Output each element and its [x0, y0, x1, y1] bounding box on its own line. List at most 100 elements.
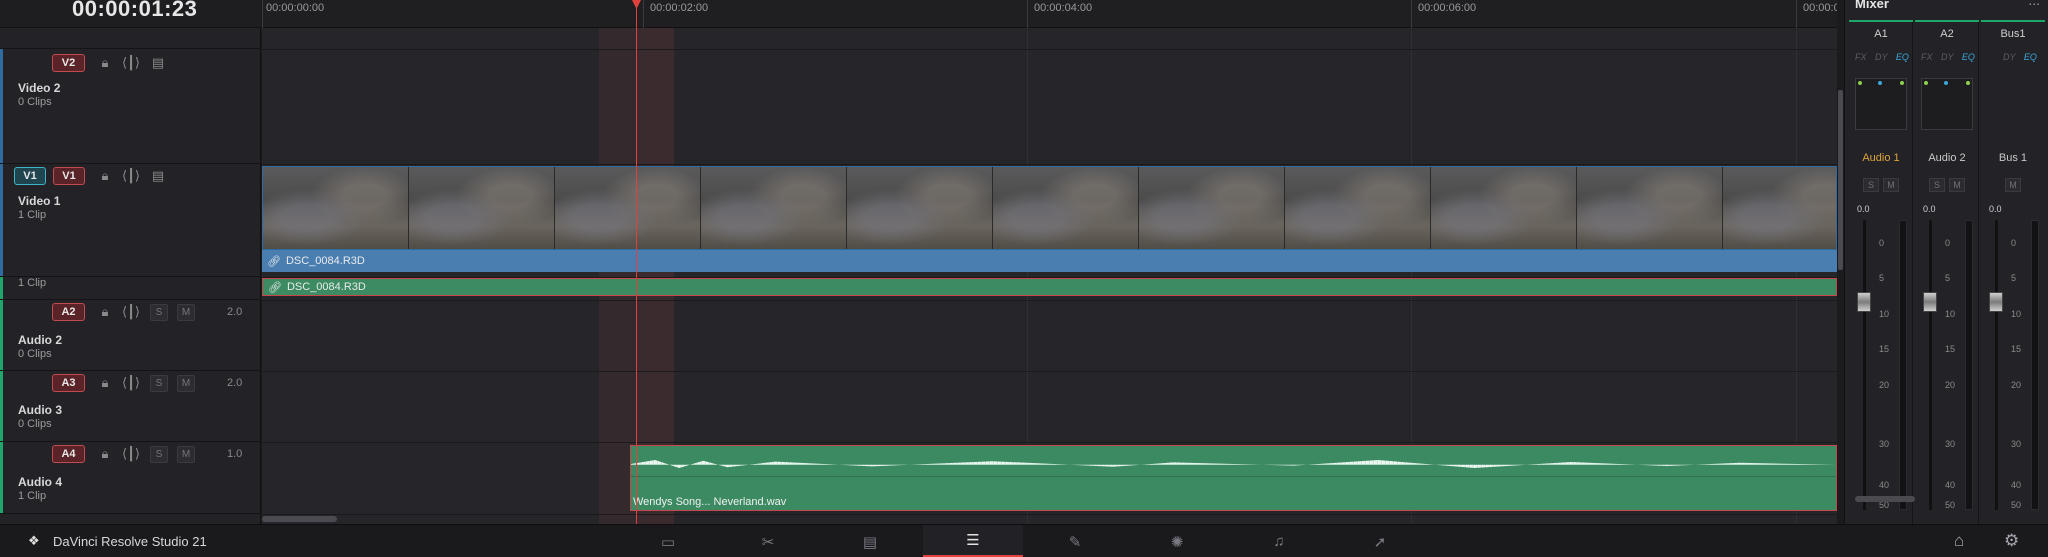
fx-button[interactable]: FX — [1855, 52, 1867, 62]
film-icon[interactable]: ▤ — [149, 54, 167, 72]
fader-value: 0.0 — [1857, 204, 1870, 214]
track-header-audio-1[interactable]: 1 Clip — [0, 277, 261, 300]
solo-button[interactable]: S — [1929, 178, 1945, 192]
volume-fader[interactable] — [1989, 292, 2003, 312]
lock-icon[interactable]: 🔒︎ — [96, 374, 114, 392]
fader-scale-label: 50 — [2011, 500, 2022, 510]
video-clip-thumbnails[interactable] — [262, 166, 1837, 250]
eq-button[interactable]: EQ — [2024, 52, 2037, 62]
auto-select-icon[interactable]: ⟨┃⟩ — [122, 374, 140, 392]
lock-icon[interactable]: 🔒︎ — [96, 167, 114, 185]
auto-select-icon[interactable]: ⟨┃⟩ — [122, 167, 140, 185]
home-icon[interactable]: ⌂ — [1954, 531, 1964, 551]
mute-button[interactable]: M — [1883, 178, 1899, 192]
playhead[interactable] — [636, 0, 637, 524]
track-header-video-1[interactable]: V1 V1 🔒︎ ⟨┃⟩ ▤ Video 1 1 Clip — [0, 164, 261, 277]
auto-select-icon[interactable]: ⟨┃⟩ — [122, 54, 140, 72]
film-icon[interactable]: ▤ — [149, 167, 167, 185]
page-tab-fairlight[interactable]: ♫ — [1229, 525, 1329, 557]
solo-button[interactable]: S — [150, 304, 168, 321]
mute-button[interactable]: M — [1949, 178, 1965, 192]
linked-audio-clip[interactable]: 🔗︎ DSC_0084.R3D — [262, 278, 1837, 296]
mixer-channel-label: A2 — [1915, 20, 1979, 48]
track-badge-v2[interactable]: V2 — [52, 54, 85, 72]
mute-button[interactable]: M — [2005, 178, 2021, 192]
timeline-vertical-scrollbar[interactable] — [1838, 90, 1843, 270]
dynamics-button[interactable]: DY — [1875, 52, 1887, 62]
mixer-channel-label: A1 — [1849, 20, 1913, 48]
track-gain-a3: 2.0 — [227, 377, 243, 389]
audio-clip-a4-name: Wendys Song... Neverland.wav — [633, 496, 787, 508]
page-tab-cut[interactable]: ✂ — [718, 525, 818, 557]
track-header-audio-3[interactable]: A3 🔒︎ ⟨┃⟩ S M 2.0 Audio 3 0 Clips — [0, 371, 261, 442]
mute-button[interactable]: M — [177, 375, 195, 392]
eq-button[interactable]: EQ — [1896, 52, 1909, 62]
fader-scale-label: 30 — [1945, 439, 1956, 449]
track-clip-count-audio-4: 1 Clip — [18, 490, 47, 502]
lock-icon[interactable]: 🔒︎ — [96, 303, 114, 321]
timeline-canvas[interactable]: 00:00:00:00 00:00:02:00 00:00:04:00 00:0… — [262, 0, 1837, 524]
page-tab-media[interactable]: ▭ — [618, 525, 718, 557]
volume-fader[interactable] — [1923, 292, 1937, 312]
track-clip-count-audio-1: 1 Clip — [18, 277, 47, 289]
track-badge-a2[interactable]: A2 — [52, 303, 85, 321]
track-gain-a4: 1.0 — [227, 448, 243, 460]
level-meter — [2031, 220, 2039, 510]
track-header-v2[interactable] — [0, 28, 261, 49]
dynamics-button[interactable]: DY — [2003, 52, 2015, 62]
track-badge-a3[interactable]: A3 — [52, 374, 85, 392]
page-tab-color[interactable]: ✺ — [1127, 525, 1227, 557]
more-options-icon[interactable]: ... — [2028, 0, 2040, 8]
track-header-audio-2[interactable]: A2 🔒︎ ⟨┃⟩ S M 2.0 Audio 2 0 Clips — [0, 300, 261, 371]
fader-value: 0.0 — [1923, 204, 1936, 214]
mixer-title: Mixer — [1855, 0, 1889, 11]
solo-button[interactable]: S — [1863, 178, 1879, 192]
fader-value: 0.0 — [1989, 204, 2002, 214]
mute-button[interactable]: M — [177, 304, 195, 321]
fader-scale-label: 5 — [1945, 273, 1951, 283]
page-tab-edit[interactable]: ▤ — [820, 525, 920, 557]
mixer-horizontal-scrollbar[interactable] — [1855, 496, 1915, 502]
page-tab-fairlight-timeline[interactable]: ☰ — [923, 525, 1023, 557]
auto-select-icon[interactable]: ⟨┃⟩ — [122, 445, 140, 463]
fader-scale-label: 0 — [1879, 238, 1885, 248]
audio-clip-a4[interactable]: Wendys Song... Neverland.wav — [630, 445, 1837, 511]
fader-scale-label: 10 — [1945, 309, 1956, 319]
fader-scale-label: 50 — [1945, 500, 1956, 510]
fx-button[interactable]: FX — [1921, 52, 1933, 62]
video-clip[interactable]: 🔗︎ DSC_0084.R3D — [262, 250, 1837, 272]
track-badge-v1[interactable]: V1 — [53, 167, 85, 185]
volume-fader[interactable] — [1857, 292, 1871, 312]
timeline-horizontal-scrollbar[interactable] — [262, 516, 337, 522]
timeline-ruler[interactable]: 00:00:00:00 00:00:02:00 00:00:04:00 00:0… — [262, 0, 1837, 28]
eq-button[interactable]: EQ — [1962, 52, 1975, 62]
ruler-label: 00:00:0 — [1803, 2, 1837, 14]
solo-button[interactable]: S — [150, 375, 168, 392]
gear-icon[interactable]: ⚙ — [2004, 531, 2019, 551]
fader-scale-label: 40 — [1945, 480, 1956, 490]
page-tab-fusion[interactable]: ✎ — [1025, 525, 1125, 557]
track-header-panel: 00:00:01:23 V2 🔒︎ ⟨┃⟩ ▤ Video 2 0 Clips … — [0, 0, 261, 524]
fader-scale-label: 40 — [2011, 480, 2022, 490]
solo-button[interactable]: S — [150, 446, 168, 463]
mixer-channel-bus1: Bus1 DY EQ Bus 1 M 0.0 0 5 10 15 20 30 4… — [1981, 20, 2045, 524]
track-header-video-2[interactable]: V2 🔒︎ ⟨┃⟩ ▤ Video 2 0 Clips — [0, 49, 261, 164]
dynamics-button[interactable]: DY — [1941, 52, 1953, 62]
fader-scale-label: 15 — [1879, 344, 1890, 354]
eq-curve-preview[interactable] — [1855, 78, 1907, 130]
track-badge-a4[interactable]: A4 — [52, 445, 85, 463]
mute-button[interactable]: M — [177, 446, 195, 463]
link-icon: 🔗︎ — [268, 281, 282, 294]
eq-curve-preview[interactable] — [1921, 78, 1973, 130]
page-tab-deliver[interactable]: ➚ — [1330, 525, 1430, 557]
auto-select-icon[interactable]: ⟨┃⟩ — [122, 303, 140, 321]
fader-scale-label: 20 — [1879, 380, 1890, 390]
timecode-value: 00:00:01:23 — [72, 0, 198, 21]
fader-scale-label: 20 — [1945, 380, 1956, 390]
source-patch-v1[interactable]: V1 — [14, 167, 46, 185]
track-header-audio-4[interactable]: A4 🔒︎ ⟨┃⟩ S M 1.0 Audio 4 1 Clip — [0, 442, 261, 514]
audio-waveform — [631, 460, 1836, 468]
lock-icon[interactable]: 🔒︎ — [96, 54, 114, 72]
lock-icon[interactable]: 🔒︎ — [96, 445, 114, 463]
link-icon: 🔗︎ — [267, 255, 281, 268]
